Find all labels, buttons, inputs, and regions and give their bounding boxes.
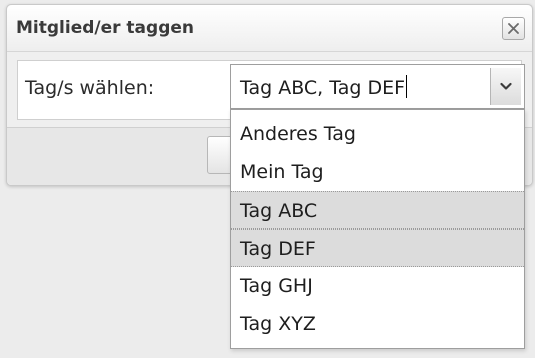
chevron-down-icon <box>500 82 512 90</box>
dialog-title: Mitglied/er taggen <box>16 18 195 38</box>
dropdown-option[interactable]: Mein Tag <box>231 153 524 191</box>
dropdown-toggle-button[interactable] <box>490 68 521 105</box>
close-button[interactable] <box>502 17 525 40</box>
dialog-titlebar: Mitglied/er taggen <box>7 5 532 52</box>
close-icon <box>508 23 519 34</box>
text-cursor <box>406 75 408 98</box>
dropdown-option[interactable]: Tag XYZ <box>231 305 524 343</box>
dropdown-option[interactable]: Tag DEF <box>231 229 524 267</box>
dropdown-option[interactable]: Tag ABC <box>231 191 524 229</box>
tag-dropdown-list: Anderes Tag Mein Tag Tag ABC Tag DEF Tag GHJ… <box>230 109 525 349</box>
tag-select-text: Tag ABC, Tag DEF <box>240 77 406 99</box>
dropdown-option[interactable]: Tag GHJ <box>231 267 524 305</box>
tag-select-label: Tag/s wählen: <box>25 77 155 99</box>
tag-select-value[interactable]: Tag ABC, Tag DEF <box>240 75 408 99</box>
dropdown-option[interactable]: Anderes Tag <box>231 115 524 153</box>
tag-select[interactable]: Tag ABC, Tag DEF <box>230 64 525 109</box>
